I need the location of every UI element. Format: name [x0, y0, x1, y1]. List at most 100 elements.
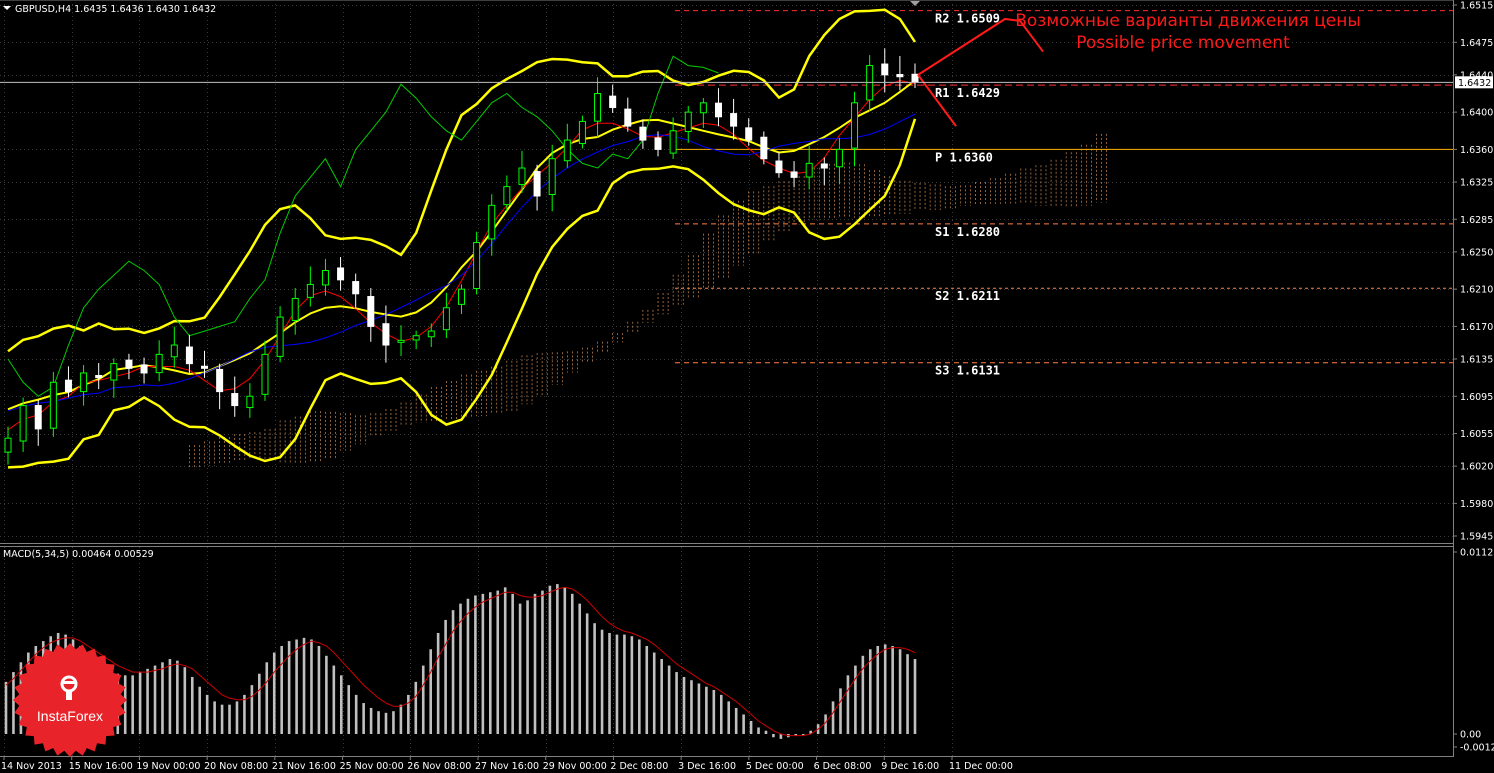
candle-body	[851, 102, 859, 149]
macd-bar	[4, 681, 8, 734]
candle-body	[231, 393, 239, 407]
macd-tick-label: 0.00	[1460, 730, 1481, 741]
time-tick-label: 25 Nov 00:00	[340, 761, 404, 772]
macd-bar	[213, 701, 216, 734]
pivot-label-s2: S2 1.6211	[935, 289, 1000, 303]
candle-body	[578, 120, 586, 145]
candle-body	[896, 74, 904, 78]
price-tick-label: 1.6170	[1460, 322, 1493, 333]
macd-bar	[712, 690, 716, 734]
macd-bar	[332, 665, 336, 734]
price-tick-label: 1.6515	[1460, 1, 1493, 12]
macd-bar	[891, 646, 894, 734]
macd-bar	[876, 646, 880, 734]
macd-bar	[496, 590, 500, 734]
macd-bar	[451, 610, 455, 734]
macd-bar	[697, 683, 701, 734]
candle-body	[216, 368, 224, 393]
candle-body	[95, 375, 103, 379]
macd-bar	[347, 685, 351, 734]
macd-bar	[339, 675, 343, 734]
pivot-lines	[675, 10, 1453, 364]
macd-bar	[593, 623, 596, 734]
price-chart[interactable]: R2 1.6509 R1 1.6429 P 1.6360 S1 1.6280 S2 1…	[0, 0, 1494, 773]
macd-bar	[123, 675, 127, 734]
time-tick-label: 9 Dec 16:00	[881, 761, 939, 772]
candle-body	[19, 405, 27, 442]
candle-body	[155, 353, 163, 374]
price-tick-label: 1.6325	[1460, 178, 1493, 189]
price-tick-label: 1.6285	[1460, 215, 1493, 226]
macd-tick-label: -0.00123	[1460, 743, 1494, 754]
price-axis: 1.65151.64751.64401.64001.63601.63251.62…	[0, 1, 1493, 543]
pivot-labels: R2 1.6509 R1 1.6429 P 1.6360 S1 1.6280 S2 1…	[935, 12, 1000, 378]
time-tick-label: 5 Dec 00:00	[746, 761, 804, 772]
macd-tick-label: 0.01123	[1460, 548, 1494, 559]
macd-bar	[608, 632, 611, 734]
macd-bar	[682, 676, 686, 734]
candle-body	[110, 363, 118, 381]
candle-body	[442, 307, 450, 331]
macd-bar	[354, 694, 358, 734]
macd-bar	[705, 686, 708, 734]
candle-body	[639, 126, 647, 141]
annotation-en: Possible price movement	[1076, 33, 1290, 53]
macd-bar	[585, 613, 589, 734]
price-tick-label: 1.6095	[1460, 392, 1493, 403]
candle-body	[881, 63, 889, 76]
candle-body	[49, 381, 57, 429]
candle-body	[669, 130, 677, 154]
macd-bar	[570, 593, 574, 734]
chart-shift-marker-icon[interactable]	[910, 1, 920, 6]
candle-body	[185, 346, 193, 365]
macd-bar	[652, 652, 656, 734]
candle-body	[367, 296, 375, 327]
price-tick-label: 1.6475	[1460, 38, 1493, 49]
macd-bar	[533, 593, 537, 734]
macd-bar	[831, 701, 835, 734]
candle-body	[548, 158, 556, 196]
time-tick-label: 19 Nov 00:00	[136, 761, 200, 772]
candle-body	[760, 136, 768, 160]
candle-body	[291, 297, 299, 321]
macd-bar	[12, 672, 15, 734]
candle-body	[34, 405, 42, 430]
pivot-label-s1: S1 1.6280	[935, 225, 1000, 239]
logo-text: InstaForex	[37, 708, 103, 724]
macd-bar	[749, 720, 753, 734]
pivot-label-r1: R1 1.6429	[935, 86, 1000, 100]
macd-bar	[369, 707, 373, 734]
time-tick-label: 26 Nov 08:00	[407, 761, 471, 772]
candle-body	[337, 267, 345, 281]
macd-bar	[503, 587, 507, 734]
macd-bar	[906, 654, 909, 734]
macd-bar	[183, 667, 187, 734]
macd-bar	[407, 694, 410, 734]
pivot-label-s3: S3 1.6131	[935, 364, 1000, 378]
price-tick-label: 1.6360	[1460, 145, 1493, 156]
candle-body	[4, 437, 12, 453]
macd-bar	[854, 665, 857, 734]
macd-bar	[161, 662, 164, 734]
macd-bar	[444, 619, 447, 734]
annotation-ru: Возможные варианты движения цены	[1015, 11, 1361, 31]
candle-body	[473, 242, 481, 289]
macd-bar	[630, 636, 634, 734]
time-tick-label: 14 Nov 2013	[1, 761, 62, 772]
time-tick-label: 3 Dec 16:00	[678, 761, 736, 772]
time-tick-label: 15 Nov 16:00	[69, 761, 133, 772]
pivot-label-p: P 1.6360	[935, 150, 993, 164]
macd-bar	[600, 629, 604, 734]
macd-bar	[190, 676, 194, 734]
candle-body	[427, 330, 435, 338]
macd-bar	[839, 688, 842, 734]
macd-bar	[742, 714, 745, 734]
current-price-label: 1.6432	[1458, 78, 1491, 89]
macd-bar	[243, 694, 246, 734]
candle-body	[80, 372, 88, 393]
macd-bar	[235, 701, 239, 734]
macd-bar	[198, 686, 202, 734]
macd-bar	[153, 665, 157, 734]
candle-body	[624, 108, 632, 127]
macd-bar	[146, 668, 149, 734]
